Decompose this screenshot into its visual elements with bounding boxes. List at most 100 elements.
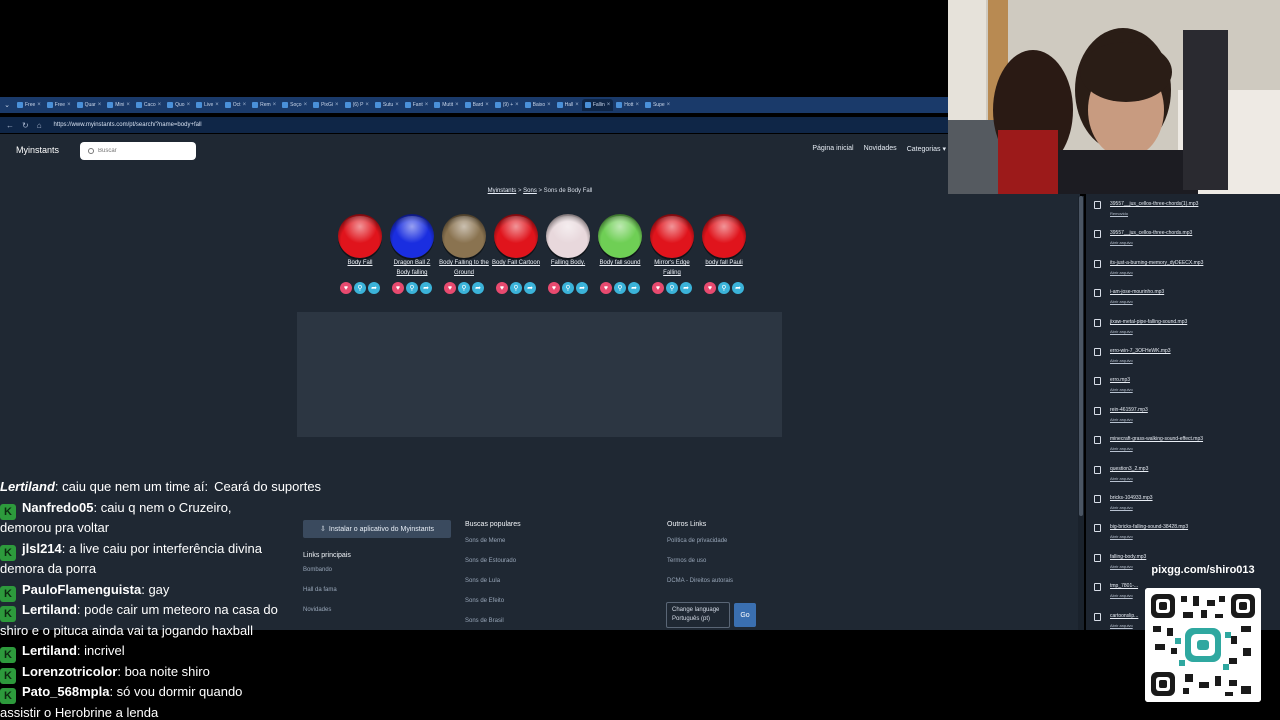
copy-link-icon[interactable]: ⚲ — [666, 282, 678, 294]
download-open-link[interactable]: Abrir arquivo — [1110, 299, 1133, 304]
favorite-heart-icon[interactable]: ♥ — [652, 282, 664, 294]
scrollbar-thumb[interactable] — [1079, 196, 1083, 516]
sound-title-link[interactable]: Body Fall Cartoon — [492, 258, 540, 280]
home-icon[interactable]: ⌂ — [37, 121, 42, 130]
sound-title-link[interactable]: Body Falling to the Ground — [438, 258, 490, 280]
footer-main-link[interactable]: Bombando — [303, 567, 351, 573]
sound-title-link[interactable]: Mirror's Edge Falling — [646, 258, 698, 280]
download-filename[interactable]: minecraft-grass-walking-sound-effect.mp3 — [1110, 436, 1203, 442]
download-open-link[interactable]: Abrir arquivo — [1110, 505, 1133, 510]
sound-title-link[interactable]: body fall Pauli — [705, 258, 742, 280]
copy-link-icon[interactable]: ⚲ — [718, 282, 730, 294]
sound-title-link[interactable]: Body fall sound — [599, 258, 640, 280]
tab-close-icon[interactable]: × — [667, 102, 671, 108]
download-open-link[interactable]: Abrir arquivo — [1110, 446, 1133, 451]
tab-close-icon[interactable]: × — [635, 102, 639, 108]
copy-link-icon[interactable]: ⚲ — [458, 282, 470, 294]
browser-tab[interactable]: Fant × — [402, 99, 432, 111]
browser-tab[interactable]: Hall × — [554, 99, 582, 111]
favorite-heart-icon[interactable]: ♥ — [392, 282, 404, 294]
sound-title-link[interactable]: Falling Body. — [551, 258, 585, 280]
reload-icon[interactable]: ↻ — [22, 121, 29, 130]
url-text[interactable]: https://www.myinstants.com/pt/search/?na… — [54, 122, 202, 128]
browser-tab[interactable]: Quo × — [164, 99, 193, 111]
footer-other-link[interactable]: DCMA - Direitos autorais — [667, 578, 733, 584]
play-sound-button[interactable] — [650, 214, 694, 258]
download-open-link[interactable]: Abrir arquivo — [1110, 358, 1133, 363]
tab-close-icon[interactable]: × — [126, 102, 130, 108]
download-filename[interactable]: i-am-jose-mourinho.mp3 — [1110, 289, 1164, 295]
browser-tab[interactable]: Free × — [44, 99, 74, 111]
share-icon[interactable]: ➦ — [420, 282, 432, 294]
tab-close-icon[interactable]: × — [425, 102, 429, 108]
download-open-link[interactable]: Abrir arquivo — [1110, 534, 1133, 539]
install-app-button[interactable]: ⇩ Instalar o aplicativo do Myinstants — [303, 520, 451, 538]
download-open-link[interactable]: Abrir arquivo — [1110, 270, 1133, 275]
download-filename[interactable]: its-just-a-burning-memory_dyDEECX.mp3 — [1110, 260, 1203, 266]
tab-close-icon[interactable]: × — [335, 102, 339, 108]
download-filename[interactable]: tmp_7801-... — [1110, 583, 1138, 589]
browser-tab[interactable]: Baixo × — [522, 99, 554, 111]
share-icon[interactable]: ➦ — [732, 282, 744, 294]
nav-news-link[interactable]: Novidades — [864, 145, 897, 153]
tab-close-icon[interactable]: × — [243, 102, 247, 108]
footer-popular-link[interactable]: Sons de Efeito — [465, 598, 521, 604]
footer-popular-link[interactable]: Sons de Lula — [465, 578, 521, 584]
language-go-button[interactable]: Go — [734, 603, 756, 627]
language-select[interactable]: Change language Português (pt) — [666, 602, 730, 628]
tab-close-icon[interactable]: × — [37, 102, 41, 108]
download-filename[interactable]: 39557__jus_cellos-three-chords.mp3 — [1110, 230, 1192, 236]
browser-tab[interactable]: Soço × — [279, 99, 310, 111]
favorite-heart-icon[interactable]: ♥ — [340, 282, 352, 294]
download-open-link[interactable]: Abrir arquivo — [1110, 476, 1133, 481]
footer-main-link[interactable]: Novidades — [303, 607, 351, 613]
browser-tab[interactable]: Mini × — [104, 99, 133, 111]
tab-close-icon[interactable]: × — [365, 102, 369, 108]
tab-close-icon[interactable]: × — [158, 102, 162, 108]
tab-close-icon[interactable]: × — [215, 102, 219, 108]
download-open-link[interactable]: Abrir arquivo — [1110, 623, 1133, 628]
tab-close-icon[interactable]: × — [187, 102, 191, 108]
tab-close-icon[interactable]: × — [607, 102, 611, 108]
download-filename[interactable]: big-bricks-falling-sound-38428.mp3 — [1110, 524, 1188, 530]
share-icon[interactable]: ➦ — [576, 282, 588, 294]
tab-close-icon[interactable]: × — [575, 102, 579, 108]
nav-home-link[interactable]: Página inicial — [812, 145, 853, 153]
download-filename[interactable]: jixaw-metal-pipe-falling-sound.mp3 — [1110, 319, 1187, 325]
play-sound-button[interactable] — [546, 214, 590, 258]
tab-close-icon[interactable]: × — [273, 102, 277, 108]
download-open-link[interactable]: Abrir arquivo — [1110, 329, 1133, 334]
copy-link-icon[interactable]: ⚲ — [354, 282, 366, 294]
favorite-heart-icon[interactable]: ♥ — [704, 282, 716, 294]
sound-title-link[interactable]: Body Fall — [347, 258, 372, 280]
browser-tab[interactable]: Quar × — [74, 99, 105, 111]
download-filename[interactable]: erro.mp3 — [1110, 377, 1130, 383]
favorite-heart-icon[interactable]: ♥ — [444, 282, 456, 294]
share-icon[interactable]: ➦ — [524, 282, 536, 294]
copy-link-icon[interactable]: ⚲ — [510, 282, 522, 294]
download-filename[interactable]: 39557__jus_cellos-three-chords(1).mp3 — [1110, 201, 1198, 207]
footer-other-link[interactable]: Termos de uso — [667, 558, 733, 564]
footer-other-link[interactable]: Política de privacidade — [667, 538, 733, 544]
download-open-link[interactable]: Abrir arquivo — [1110, 240, 1133, 245]
browser-tab[interactable]: Caco × — [133, 99, 164, 111]
browser-tab[interactable]: Bard × — [462, 99, 492, 111]
play-sound-button[interactable] — [702, 214, 746, 258]
play-sound-button[interactable] — [598, 214, 642, 258]
download-filename[interactable]: falling-body.mp3 — [1110, 554, 1146, 560]
browser-tab[interactable]: Supe × — [642, 99, 673, 111]
browser-tab[interactable]: Free × — [14, 99, 44, 111]
share-icon[interactable]: ➦ — [680, 282, 692, 294]
nav-categories-dropdown[interactable]: Categorias ▾ — [907, 145, 946, 153]
browser-tab[interactable]: Oct × — [222, 99, 249, 111]
share-icon[interactable]: ➦ — [628, 282, 640, 294]
copy-link-icon[interactable]: ⚲ — [406, 282, 418, 294]
tab-close-icon[interactable]: × — [395, 102, 399, 108]
browser-tab[interactable]: Fallin × — [581, 99, 614, 111]
play-sound-button[interactable] — [442, 214, 486, 258]
download-filename[interactable]: rein-461597.mp3 — [1110, 407, 1148, 413]
browser-tab[interactable]: Mutit × — [431, 99, 461, 111]
tab-close-icon[interactable]: × — [304, 102, 308, 108]
footer-popular-link[interactable]: Sons de Brasil — [465, 618, 521, 624]
search-box[interactable] — [80, 142, 196, 160]
